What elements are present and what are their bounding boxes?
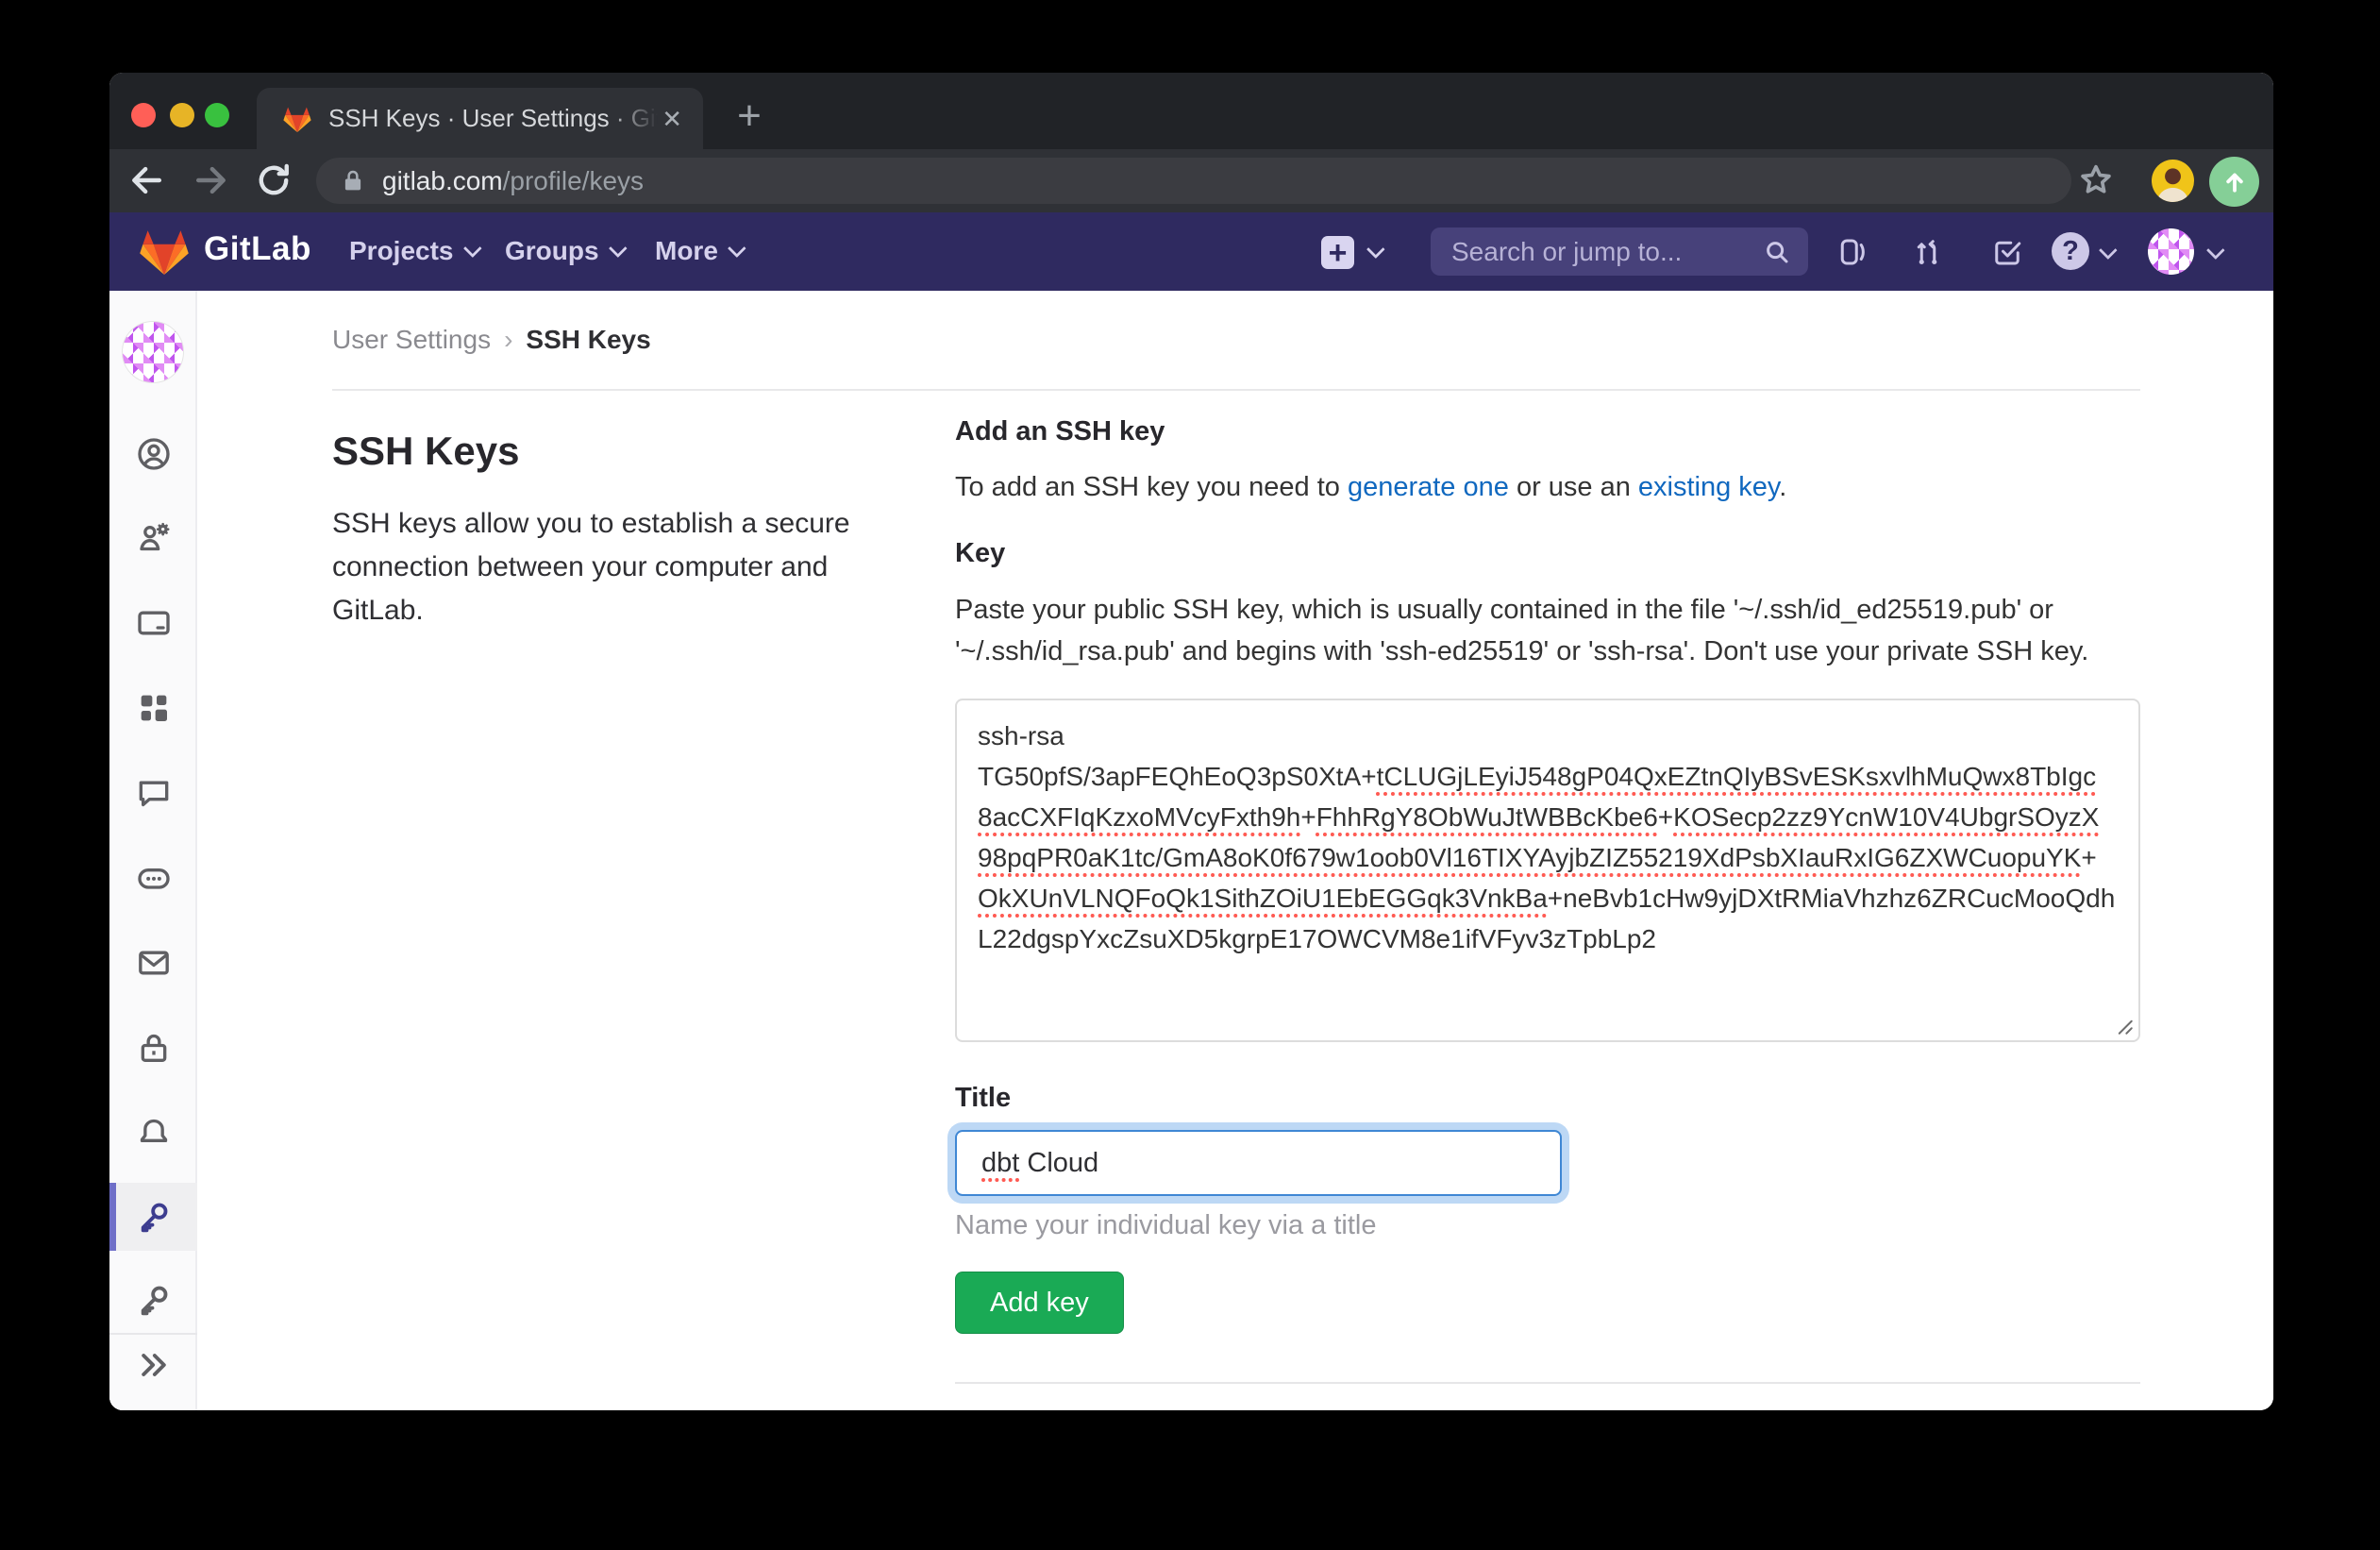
tab-strip: SSH Keys · User Settings · GitL ✕ +: [109, 73, 2273, 149]
page-description: SSH keys allow you to establish a secure…: [332, 502, 884, 632]
form-intro-text: To add an SSH key you need to generate o…: [955, 466, 1786, 508]
chevron-down-icon[interactable]: [1366, 240, 1385, 259]
help-icon[interactable]: ?: [2052, 232, 2089, 270]
sidebar-item-notifications[interactable]: [109, 1114, 197, 1152]
key-field-label: Key: [955, 538, 1005, 569]
sidebar-item-account[interactable]: [109, 518, 197, 556]
bell-icon: [135, 1114, 173, 1152]
forward-icon[interactable]: [190, 160, 231, 201]
todo-check-icon[interactable]: [1990, 235, 2024, 269]
search-icon: [1763, 238, 1791, 266]
chevron-down-icon: [2099, 241, 2118, 260]
sidebar-item-applications[interactable]: [109, 689, 197, 727]
profile-avatar[interactable]: [122, 321, 184, 383]
gitlab-favicon-icon: [281, 104, 313, 134]
credit-card-icon: [135, 604, 173, 642]
search-box[interactable]: Search or jump to...: [1431, 227, 1808, 276]
key-icon: [135, 1198, 173, 1236]
grid-icon: [135, 689, 173, 727]
tab-title: SSH Keys · User Settings · GitL: [328, 104, 658, 133]
sidebar-item-password[interactable]: [109, 1029, 197, 1067]
chevron-down-icon: [728, 239, 746, 258]
title-value-rest: Cloud: [1019, 1148, 1098, 1178]
existing-key-link[interactable]: existing key: [1638, 472, 1779, 502]
sidebar-item-chat-names[interactable]: [109, 859, 197, 897]
sidebar-item-ssh-keys[interactable]: [109, 1183, 197, 1251]
browser-toolbar: gitlab.com/profile/keys: [109, 149, 2273, 212]
browser-update-button[interactable]: [2209, 157, 2259, 207]
person-gear-icon: [135, 518, 173, 556]
title-field-label: Title: [955, 1083, 1011, 1114]
new-item-button[interactable]: +: [1321, 236, 1354, 269]
comment-dots-icon: [135, 859, 173, 897]
browser-window: SSH Keys · User Settings · GitL ✕ + gitl…: [109, 73, 2273, 1410]
reload-icon[interactable]: [253, 160, 294, 201]
nav-menu-groups[interactable]: Groups: [505, 236, 622, 266]
minimize-window-button[interactable]: [170, 103, 194, 127]
section-intro-column: SSH Keys SSH keys allow you to establish…: [332, 429, 884, 632]
new-tab-button[interactable]: +: [725, 93, 774, 143]
lock-icon: [339, 167, 367, 195]
url-host: gitlab.com: [382, 166, 503, 195]
title-field-help: Name your individual key via a title: [955, 1210, 1376, 1241]
comment-icon: [135, 774, 173, 812]
chevrons-right-icon: [135, 1346, 173, 1384]
address-bar[interactable]: gitlab.com/profile/keys: [316, 158, 2071, 204]
generate-one-link[interactable]: generate one: [1348, 472, 1509, 502]
browser-tab[interactable]: SSH Keys · User Settings · GitL ✕: [257, 88, 703, 149]
ssh-key-textarea[interactable]: ssh-rsaTG50pfS/3apFEQhEoQ3pS0XtA+tCLUGjL…: [955, 699, 2140, 1042]
desktop-background: SSH Keys · User Settings · GitL ✕ + gitl…: [0, 0, 2380, 1550]
search-placeholder: Search or jump to...: [1451, 237, 1763, 267]
tab-close-icon[interactable]: ✕: [658, 105, 686, 133]
page-body: User Settings › SSH Keys SSH Keys SSH ke…: [109, 291, 2273, 1410]
fullscreen-window-button[interactable]: [205, 103, 229, 127]
sidebar-divider: [109, 1333, 197, 1335]
sidebar-item-billing[interactable]: [109, 604, 197, 642]
breadcrumb: User Settings › SSH Keys: [332, 325, 651, 355]
main-content: User Settings › SSH Keys SSH Keys SSH ke…: [197, 291, 2273, 1410]
page-title: SSH Keys: [332, 429, 884, 474]
lock-icon: [135, 1029, 173, 1067]
person-portrait-icon: [2152, 160, 2194, 202]
ssh-key-text: ssh-rsaTG50pfS/3apFEQhEoQ3pS0XtA+tCLUGjL…: [978, 716, 2118, 959]
collapse-sidebar-button[interactable]: [109, 1346, 197, 1384]
form-section-title: Add an SSH key: [955, 416, 1165, 447]
form-divider: [955, 1382, 2140, 1384]
nav-menu-more[interactable]: More: [655, 236, 741, 266]
user-avatar[interactable]: [2148, 228, 2194, 275]
title-input[interactable]: dbt Cloud: [955, 1130, 1562, 1196]
back-icon[interactable]: [126, 160, 168, 201]
browser-profile-avatar[interactable]: [2152, 160, 2194, 202]
chevron-down-icon: [462, 239, 481, 258]
nav-menu-projects[interactable]: Projects: [349, 236, 477, 266]
sidebar-item-chat[interactable]: [109, 774, 197, 812]
title-value-misspelled: dbt: [981, 1148, 1019, 1178]
add-key-button[interactable]: Add key: [955, 1272, 1124, 1334]
url-path: /profile/keys: [503, 166, 644, 195]
breadcrumb-current: SSH Keys: [526, 325, 650, 355]
gitlab-top-navbar: GitLab Projects Groups More + Search or …: [109, 212, 2273, 291]
resize-handle-icon[interactable]: [2110, 1012, 2135, 1036]
settings-sidebar: [109, 291, 197, 1410]
envelope-icon: [135, 944, 173, 982]
bookmark-star-icon[interactable]: [2075, 160, 2117, 201]
gitlab-logo-icon[interactable]: [137, 224, 192, 278]
person-circle-icon: [135, 435, 173, 473]
breadcrumb-separator: ›: [504, 325, 512, 355]
merge-request-icon[interactable]: [1911, 235, 1945, 269]
chevron-down-icon: [608, 239, 627, 258]
close-window-button[interactable]: [131, 103, 156, 127]
key-field-help: Paste your public SSH key, which is usua…: [955, 589, 2140, 672]
key-icon: [135, 1281, 173, 1319]
sidebar-item-gpg-keys[interactable]: [109, 1281, 197, 1319]
breadcrumb-user-settings[interactable]: User Settings: [332, 325, 491, 355]
issues-icon[interactable]: [1835, 235, 1869, 269]
sidebar-item-profile[interactable]: [109, 435, 197, 473]
breadcrumb-divider: [332, 389, 2140, 391]
chevron-down-icon: [2206, 241, 2225, 260]
sidebar-item-emails[interactable]: [109, 944, 197, 982]
gitlab-brand[interactable]: GitLab: [204, 230, 311, 268]
arrow-up-icon: [2221, 168, 2249, 196]
